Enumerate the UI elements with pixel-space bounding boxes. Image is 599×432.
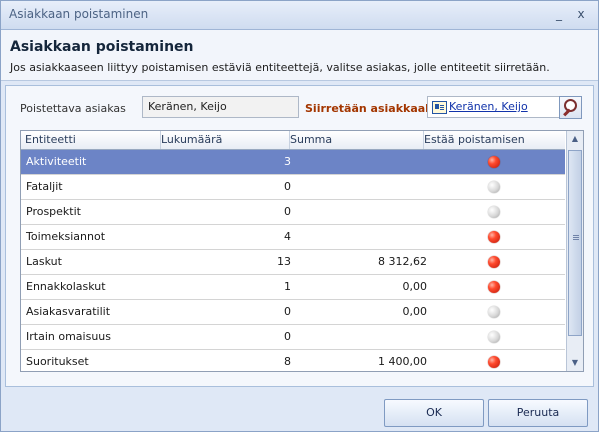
search-customer-button[interactable] bbox=[559, 96, 582, 119]
count-cell: 0 bbox=[284, 180, 291, 193]
table-header: Entiteetti Lukumäärä Summa Estää poistam… bbox=[21, 131, 570, 150]
blocks-deletion-red-icon bbox=[488, 256, 500, 268]
delete-customer-field: Keränen, Keijo bbox=[142, 96, 299, 118]
blocks-deletion-red-icon bbox=[488, 231, 500, 243]
main-panel: Poistettava asiakas Keränen, Keijo Siirr… bbox=[5, 85, 594, 387]
blocks-deletion-red-icon bbox=[488, 156, 500, 168]
sum-cell: 8 312,62 bbox=[378, 255, 427, 268]
scroll-down-icon[interactable]: ▼ bbox=[570, 359, 580, 367]
vertical-scrollbar[interactable]: ▲ ▼ bbox=[566, 131, 583, 371]
table-row[interactable]: Toimeksiannot 4 bbox=[21, 225, 565, 250]
table-row[interactable]: Irtain omaisuus 0 bbox=[21, 325, 565, 350]
move-to-customer-field[interactable]: Keränen, Keijo bbox=[427, 96, 561, 118]
entity-cell: Aktiviteetit bbox=[26, 155, 87, 168]
column-sum[interactable]: Summa bbox=[286, 131, 424, 149]
sum-cell bbox=[311, 175, 427, 199]
sum-cell: 0,00 bbox=[402, 305, 428, 318]
count-cell: 0 bbox=[284, 305, 291, 318]
column-count[interactable]: Lukumäärä bbox=[157, 131, 290, 149]
title-bar: Asiakkaan poistaminen _ x bbox=[1, 1, 598, 30]
count-cell: 8 bbox=[284, 355, 291, 368]
count-cell: 13 bbox=[277, 255, 291, 268]
dialog-heading: Asiakkaan poistaminen bbox=[10, 39, 194, 55]
column-entity[interactable]: Entiteetti bbox=[21, 131, 161, 149]
blocks-deletion-red-icon bbox=[488, 281, 500, 293]
entity-cell: Fataljit bbox=[26, 180, 63, 193]
sum-cell bbox=[311, 200, 427, 224]
customer-card-icon bbox=[432, 101, 447, 114]
delete-customer-dialog: Asiakkaan poistaminen _ x Asiakkaan pois… bbox=[0, 0, 599, 432]
minimize-button[interactable]: _ bbox=[550, 5, 568, 23]
sum-cell: 1 400,00 bbox=[378, 355, 427, 368]
column-blocks-deletion[interactable]: Estää poistamisen bbox=[420, 131, 570, 149]
scroll-thumb[interactable] bbox=[568, 150, 582, 336]
count-cell: 3 bbox=[284, 155, 291, 168]
entity-cell: Prospektit bbox=[26, 205, 81, 218]
sum-cell: 0,00 bbox=[402, 280, 428, 293]
entity-cell: Ennakkolaskut bbox=[26, 280, 106, 293]
table-row[interactable]: Asiakasvaratilit 0 0,00 bbox=[21, 300, 565, 325]
ok-button[interactable]: OK bbox=[384, 399, 484, 427]
table-row[interactable]: Laskut 13 8 312,62 bbox=[21, 250, 565, 275]
move-to-customer-link[interactable]: Keränen, Keijo bbox=[449, 97, 528, 117]
not-blocking-gray-icon bbox=[488, 206, 500, 218]
not-blocking-gray-icon bbox=[488, 181, 500, 193]
close-button[interactable]: x bbox=[572, 5, 590, 23]
move-to-customer-label: Siirretään asiakkaalle bbox=[305, 102, 441, 115]
window-title: Asiakkaan poistaminen bbox=[9, 7, 149, 21]
cancel-button[interactable]: Peruuta bbox=[488, 399, 588, 427]
table-row[interactable]: Fataljit 0 bbox=[21, 175, 565, 200]
search-icon-handle bbox=[563, 108, 571, 117]
entity-cell: Asiakasvaratilit bbox=[26, 305, 111, 318]
table-row[interactable]: Aktiviteetit 3 bbox=[21, 150, 565, 175]
table-row[interactable]: Suoritukset 8 1 400,00 bbox=[21, 350, 565, 371]
count-cell: 0 bbox=[284, 330, 291, 343]
dialog-description: Jos asiakkaaseen liittyy poistamisen est… bbox=[10, 61, 550, 74]
sum-cell bbox=[311, 325, 427, 349]
delete-customer-label: Poistettava asiakas bbox=[20, 102, 126, 115]
scroll-up-icon[interactable]: ▲ bbox=[570, 135, 580, 143]
sum-cell bbox=[311, 225, 427, 249]
entities-table: Entiteetti Lukumäärä Summa Estää poistam… bbox=[20, 130, 584, 372]
blocks-deletion-red-icon bbox=[488, 356, 500, 368]
count-cell: 1 bbox=[284, 280, 291, 293]
count-cell: 4 bbox=[284, 230, 291, 243]
sum-cell bbox=[311, 150, 427, 174]
table-row[interactable]: Prospektit 0 bbox=[21, 200, 565, 225]
not-blocking-gray-icon bbox=[488, 306, 500, 318]
not-blocking-gray-icon bbox=[488, 331, 500, 343]
dialog-header: Asiakkaan poistaminen Jos asiakkaaseen l… bbox=[1, 30, 598, 81]
grip-icon bbox=[573, 235, 579, 236]
count-cell: 0 bbox=[284, 205, 291, 218]
entity-cell: Laskut bbox=[26, 255, 62, 268]
entity-cell: Suoritukset bbox=[26, 355, 89, 368]
entity-cell: Irtain omaisuus bbox=[26, 330, 111, 343]
dialog-footer: OK Peruuta bbox=[1, 389, 598, 431]
entity-cell: Toimeksiannot bbox=[26, 230, 106, 243]
table-row[interactable]: Ennakkolaskut 1 0,00 bbox=[21, 275, 565, 300]
